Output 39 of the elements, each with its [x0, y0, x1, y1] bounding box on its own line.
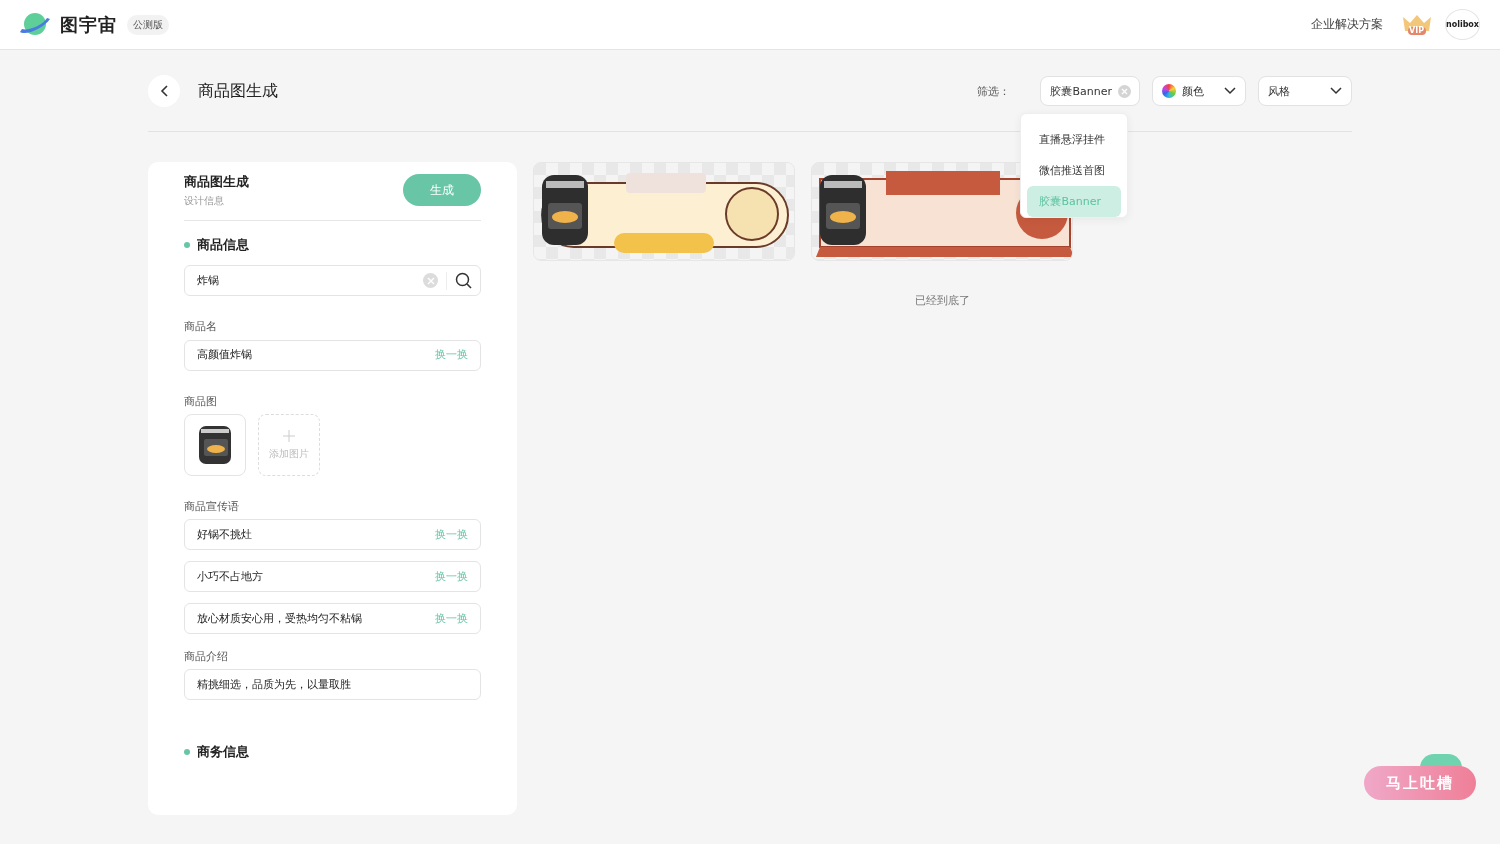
logo-text: 图宇宙 [60, 12, 117, 37]
text-field[interactable]: 放心材质安心用，受热均匀不粘锅 换一换 [184, 602, 481, 634]
field-label: 商品宣传语 [184, 499, 240, 513]
bullet-dot-icon [184, 748, 190, 755]
avatar[interactable]: nolibox [1445, 9, 1480, 40]
planet-logo-icon [18, 11, 52, 38]
product-thumbnail[interactable] [184, 413, 246, 476]
x-mark [426, 276, 435, 285]
text-field[interactable]: 好锅不挑灶 换一换 [184, 518, 481, 550]
section-heading: 商务信息 [197, 744, 249, 760]
x-mark [1121, 87, 1128, 95]
section-heading: 商品信息 [197, 237, 249, 253]
banner-image[interactable] [534, 163, 794, 260]
menu-item[interactable]: 微信推送首图 [1027, 155, 1122, 186]
filter-dropdown[interactable]: 胶囊Banner [1040, 76, 1140, 106]
search-field[interactable]: 炸锅 [184, 265, 481, 297]
field-label: 商品介绍 [184, 649, 229, 664]
filter-label: 筛选： [977, 83, 1011, 99]
field-label: 商品名 [184, 320, 218, 334]
plus-icon [283, 429, 295, 442]
chevron-down-icon [1330, 87, 1342, 95]
chevron-down-icon [1224, 87, 1236, 95]
beta-badge: 公测版 [127, 14, 169, 35]
filter-dropdown[interactable]: 颜色 [1152, 76, 1246, 106]
text-field[interactable]: 小巧不占地方 换一换 [184, 560, 481, 592]
text-field[interactable]: 高颜值炸锅 换一换 [184, 339, 481, 371]
panel-title: 商品图生成 [184, 174, 249, 189]
color-wheel-icon [1162, 84, 1176, 98]
enterprise-link[interactable]: 企业解决方案 [1311, 16, 1383, 33]
panel-subtitle: 设计信息 [184, 195, 225, 207]
field-label: 商品图 [184, 394, 218, 408]
menu-item[interactable]: 直播悬浮挂件 [1027, 124, 1122, 155]
back-button[interactable] [148, 75, 180, 107]
end-of-list-text: 已经到底了 [914, 293, 971, 308]
page-title: 商品图生成 [198, 80, 278, 102]
bullet-dot-icon [184, 241, 190, 248]
search-icon[interactable] [455, 272, 472, 290]
filter-dropdown[interactable]: 风格 [1258, 76, 1352, 106]
text-field[interactable]: 精挑细选，品质为先，以量取胜 [184, 669, 481, 701]
